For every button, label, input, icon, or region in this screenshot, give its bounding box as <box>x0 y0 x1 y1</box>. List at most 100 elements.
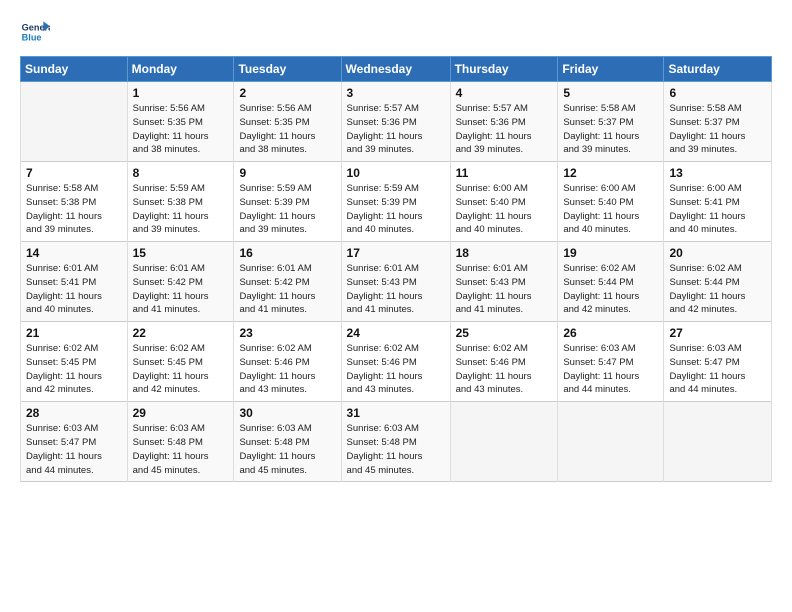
day-info: Sunrise: 6:01 AMSunset: 5:42 PMDaylight:… <box>133 262 229 317</box>
svg-text:Blue: Blue <box>22 33 42 43</box>
calendar-cell: 9 Sunrise: 5:59 AMSunset: 5:39 PMDaylight… <box>234 162 341 242</box>
logo: General Blue <box>20 18 44 48</box>
day-number: 18 <box>456 246 553 260</box>
day-info: Sunrise: 6:02 AMSunset: 5:45 PMDaylight:… <box>26 342 122 397</box>
calendar-cell: 29 Sunrise: 6:03 AMSunset: 5:48 PMDayligh… <box>127 402 234 482</box>
day-number: 2 <box>239 86 335 100</box>
day-number: 30 <box>239 406 335 420</box>
day-info: Sunrise: 5:59 AMSunset: 5:39 PMDaylight:… <box>239 182 335 237</box>
calendar-cell <box>21 82 128 162</box>
calendar-cell: 25 Sunrise: 6:02 AMSunset: 5:46 PMDayligh… <box>450 322 558 402</box>
day-info: Sunrise: 6:01 AMSunset: 5:43 PMDaylight:… <box>456 262 553 317</box>
day-number: 25 <box>456 326 553 340</box>
calendar-cell: 30 Sunrise: 6:03 AMSunset: 5:48 PMDayligh… <box>234 402 341 482</box>
day-header-friday: Friday <box>558 57 664 82</box>
day-number: 13 <box>669 166 766 180</box>
calendar-cell: 26 Sunrise: 6:03 AMSunset: 5:47 PMDayligh… <box>558 322 664 402</box>
day-info: Sunrise: 6:02 AMSunset: 5:46 PMDaylight:… <box>239 342 335 397</box>
day-number: 1 <box>133 86 229 100</box>
day-info: Sunrise: 5:56 AMSunset: 5:35 PMDaylight:… <box>133 102 229 157</box>
day-info: Sunrise: 6:02 AMSunset: 5:46 PMDaylight:… <box>347 342 445 397</box>
calendar-cell <box>664 402 772 482</box>
day-info: Sunrise: 5:56 AMSunset: 5:35 PMDaylight:… <box>239 102 335 157</box>
day-info: Sunrise: 5:59 AMSunset: 5:39 PMDaylight:… <box>347 182 445 237</box>
day-info: Sunrise: 5:58 AMSunset: 5:37 PMDaylight:… <box>669 102 766 157</box>
calendar-week-3: 14 Sunrise: 6:01 AMSunset: 5:41 PMDayligh… <box>21 242 772 322</box>
day-number: 8 <box>133 166 229 180</box>
day-info: Sunrise: 6:02 AMSunset: 5:45 PMDaylight:… <box>133 342 229 397</box>
day-number: 14 <box>26 246 122 260</box>
day-info: Sunrise: 6:01 AMSunset: 5:41 PMDaylight:… <box>26 262 122 317</box>
day-number: 22 <box>133 326 229 340</box>
day-number: 6 <box>669 86 766 100</box>
calendar-cell: 14 Sunrise: 6:01 AMSunset: 5:41 PMDayligh… <box>21 242 128 322</box>
day-info: Sunrise: 6:03 AMSunset: 5:48 PMDaylight:… <box>133 422 229 477</box>
day-info: Sunrise: 5:59 AMSunset: 5:38 PMDaylight:… <box>133 182 229 237</box>
day-info: Sunrise: 6:00 AMSunset: 5:40 PMDaylight:… <box>456 182 553 237</box>
day-info: Sunrise: 6:03 AMSunset: 5:47 PMDaylight:… <box>26 422 122 477</box>
calendar-cell: 31 Sunrise: 6:03 AMSunset: 5:48 PMDayligh… <box>341 402 450 482</box>
day-number: 21 <box>26 326 122 340</box>
calendar-cell: 16 Sunrise: 6:01 AMSunset: 5:42 PMDayligh… <box>234 242 341 322</box>
day-number: 24 <box>347 326 445 340</box>
day-info: Sunrise: 6:03 AMSunset: 5:48 PMDaylight:… <box>239 422 335 477</box>
day-info: Sunrise: 6:02 AMSunset: 5:46 PMDaylight:… <box>456 342 553 397</box>
day-number: 27 <box>669 326 766 340</box>
day-number: 31 <box>347 406 445 420</box>
day-number: 23 <box>239 326 335 340</box>
day-number: 11 <box>456 166 553 180</box>
calendar-cell: 10 Sunrise: 5:59 AMSunset: 5:39 PMDayligh… <box>341 162 450 242</box>
day-info: Sunrise: 6:02 AMSunset: 5:44 PMDaylight:… <box>563 262 658 317</box>
day-info: Sunrise: 5:57 AMSunset: 5:36 PMDaylight:… <box>347 102 445 157</box>
day-number: 10 <box>347 166 445 180</box>
day-header-monday: Monday <box>127 57 234 82</box>
day-number: 29 <box>133 406 229 420</box>
calendar-cell: 11 Sunrise: 6:00 AMSunset: 5:40 PMDayligh… <box>450 162 558 242</box>
day-number: 3 <box>347 86 445 100</box>
calendar-week-5: 28 Sunrise: 6:03 AMSunset: 5:47 PMDayligh… <box>21 402 772 482</box>
day-number: 4 <box>456 86 553 100</box>
calendar-cell: 19Sunrise: 6:02 AMSunset: 5:44 PMDayligh… <box>558 242 664 322</box>
header: General Blue <box>20 18 772 48</box>
calendar-cell: 8 Sunrise: 5:59 AMSunset: 5:38 PMDaylight… <box>127 162 234 242</box>
calendar-cell: 15 Sunrise: 6:01 AMSunset: 5:42 PMDayligh… <box>127 242 234 322</box>
calendar-cell: 4Sunrise: 5:57 AMSunset: 5:36 PMDaylight… <box>450 82 558 162</box>
day-number: 9 <box>239 166 335 180</box>
day-number: 7 <box>26 166 122 180</box>
calendar-cell: 20Sunrise: 6:02 AMSunset: 5:44 PMDayligh… <box>664 242 772 322</box>
calendar-cell: 13Sunrise: 6:00 AMSunset: 5:41 PMDayligh… <box>664 162 772 242</box>
calendar: SundayMondayTuesdayWednesdayThursdayFrid… <box>20 56 772 482</box>
calendar-cell: 6 Sunrise: 5:58 AMSunset: 5:37 PMDaylight… <box>664 82 772 162</box>
day-info: Sunrise: 6:03 AMSunset: 5:48 PMDaylight:… <box>347 422 445 477</box>
calendar-cell <box>558 402 664 482</box>
calendar-cell: 7 Sunrise: 5:58 AMSunset: 5:38 PMDaylight… <box>21 162 128 242</box>
day-info: Sunrise: 6:00 AMSunset: 5:40 PMDaylight:… <box>563 182 658 237</box>
calendar-cell: 18 Sunrise: 6:01 AMSunset: 5:43 PMDayligh… <box>450 242 558 322</box>
calendar-cell: 1 Sunrise: 5:56 AMSunset: 5:35 PMDaylight… <box>127 82 234 162</box>
day-info: Sunrise: 6:01 AMSunset: 5:43 PMDaylight:… <box>347 262 445 317</box>
calendar-cell: 2 Sunrise: 5:56 AMSunset: 5:35 PMDaylight… <box>234 82 341 162</box>
day-number: 26 <box>563 326 658 340</box>
logo-icon: General Blue <box>20 18 50 48</box>
calendar-cell: 23 Sunrise: 6:02 AMSunset: 5:46 PMDayligh… <box>234 322 341 402</box>
day-number: 15 <box>133 246 229 260</box>
calendar-cell: 3 Sunrise: 5:57 AMSunset: 5:36 PMDaylight… <box>341 82 450 162</box>
day-info: Sunrise: 6:01 AMSunset: 5:42 PMDaylight:… <box>239 262 335 317</box>
day-number: 5 <box>563 86 658 100</box>
day-header-saturday: Saturday <box>664 57 772 82</box>
day-info: Sunrise: 6:03 AMSunset: 5:47 PMDaylight:… <box>669 342 766 397</box>
calendar-cell <box>450 402 558 482</box>
day-number: 17 <box>347 246 445 260</box>
day-info: Sunrise: 5:58 AMSunset: 5:37 PMDaylight:… <box>563 102 658 157</box>
day-info: Sunrise: 6:03 AMSunset: 5:47 PMDaylight:… <box>563 342 658 397</box>
calendar-cell: 5 Sunrise: 5:58 AMSunset: 5:37 PMDaylight… <box>558 82 664 162</box>
day-number: 28 <box>26 406 122 420</box>
calendar-week-2: 7 Sunrise: 5:58 AMSunset: 5:38 PMDaylight… <box>21 162 772 242</box>
day-header-thursday: Thursday <box>450 57 558 82</box>
day-number: 16 <box>239 246 335 260</box>
calendar-cell: 17 Sunrise: 6:01 AMSunset: 5:43 PMDayligh… <box>341 242 450 322</box>
calendar-cell: 22 Sunrise: 6:02 AMSunset: 5:45 PMDayligh… <box>127 322 234 402</box>
day-info: Sunrise: 5:58 AMSunset: 5:38 PMDaylight:… <box>26 182 122 237</box>
calendar-cell: 27 Sunrise: 6:03 AMSunset: 5:47 PMDayligh… <box>664 322 772 402</box>
calendar-week-4: 21 Sunrise: 6:02 AMSunset: 5:45 PMDayligh… <box>21 322 772 402</box>
